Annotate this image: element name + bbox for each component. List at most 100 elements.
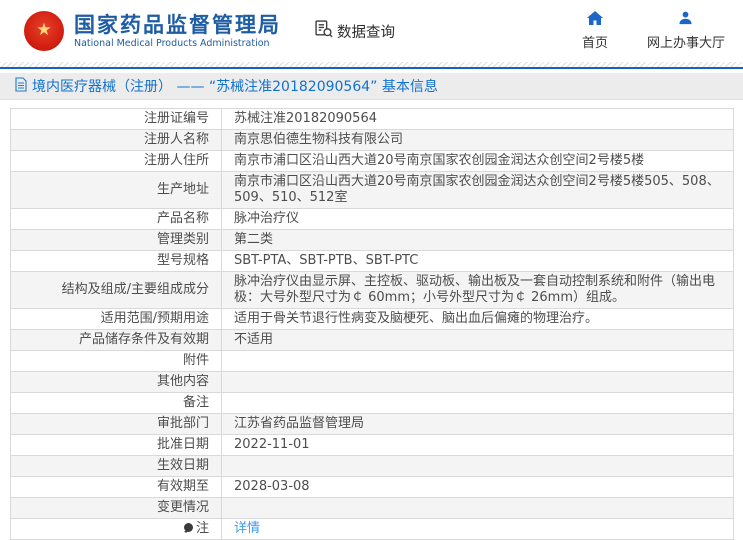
row-value: 苏械注准20182090564: [222, 109, 734, 130]
emblem-star-icon: ★: [36, 22, 51, 39]
table-row: 生产地址南京市浦口区沿山西大道20号南京国家农创园金润达众创空间2号楼5楼505…: [11, 172, 734, 209]
table-row: 审批部门江苏省药品监督管理局: [11, 414, 734, 435]
row-label: 注册证编号: [11, 109, 222, 130]
table-row: 其他内容: [11, 372, 734, 393]
table-row: 型号规格 SBT-PTA、SBT-PTB、SBT-PTC: [11, 251, 734, 272]
top-nav: 首页 网上办事大厅: [573, 11, 729, 51]
table-row: 适用范围/预期用途适用于骨关节退行性病变及脑梗死、脑出血后偏瘫的物理治疗。: [11, 309, 734, 330]
row-label-text: 注册人名称: [144, 132, 209, 147]
table-row: 注册人住所南京市浦口区沿山西大道20号南京国家农创园金润达众创空间2号楼5楼: [11, 151, 734, 172]
row-label-text: 注册人住所: [144, 153, 209, 168]
row-label: 适用范围/预期用途: [11, 309, 222, 330]
document-icon: [15, 77, 27, 96]
row-label-text: 型号规格: [157, 253, 209, 268]
row-label: 生产地址: [11, 172, 222, 209]
page-title: 境内医疗器械（注册） —— “苏械注准20182090564” 基本信息: [32, 76, 438, 96]
nav-online-hall-label: 网上办事大厅: [647, 32, 725, 51]
row-value: SBT-PTA、SBT-PTB、SBT-PTC: [222, 251, 734, 272]
row-label-text: 备注: [183, 395, 209, 410]
row-label-text: 其他内容: [157, 374, 209, 389]
row-value: 2028-03-08: [222, 477, 734, 498]
row-label-text: 注: [196, 521, 209, 536]
row-label-text: 产品名称: [157, 211, 209, 226]
table-row: 有效期至 2028-03-08: [11, 477, 734, 498]
row-label-text: 结构及组成/主要组成成分: [62, 282, 209, 297]
row-label: 结构及组成/主要组成成分: [11, 272, 222, 309]
row-value: 脉冲治疗仪: [222, 209, 734, 230]
table-row: 结构及组成/主要组成成分脉冲治疗仪由显示屏、主控板、驱动板、输出板及一套自动控制…: [11, 272, 734, 309]
row-value: 第二类: [222, 230, 734, 251]
row-value: [222, 351, 734, 372]
row-label-text: 审批部门: [157, 416, 209, 431]
table-row: 变更情况: [11, 498, 734, 519]
data-query-icon: [315, 20, 333, 42]
row-label: 附件: [11, 351, 222, 372]
row-label: 批准日期: [11, 435, 222, 456]
row-value: [222, 498, 734, 519]
row-label-text: 适用范围/预期用途: [101, 311, 209, 326]
row-value: 2022-11-01: [222, 435, 734, 456]
row-label: 有效期至: [11, 477, 222, 498]
row-value: [222, 456, 734, 477]
title-table-gap: [0, 100, 743, 108]
row-label: 管理类别: [11, 230, 222, 251]
row-label-text: 生效日期: [157, 458, 209, 473]
row-label-text: 附件: [183, 353, 209, 368]
row-value: 江苏省药品监督管理局: [222, 414, 734, 435]
table-row: 附件: [11, 351, 734, 372]
row-value: [222, 372, 734, 393]
data-query-link[interactable]: 数据查询: [315, 20, 395, 42]
nav-home[interactable]: 首页: [573, 11, 617, 51]
row-label: 注册人住所: [11, 151, 222, 172]
row-label-text: 变更情况: [157, 500, 209, 515]
national-emblem-logo: ★: [24, 11, 64, 51]
info-table: 注册证编号苏械注准20182090564注册人名称南京思伯德生物科技有限公司注册…: [10, 108, 734, 540]
row-label-text: 批准日期: [157, 437, 209, 452]
row-label: 审批部门: [11, 414, 222, 435]
row-value: [222, 393, 734, 414]
details-link[interactable]: 详情: [234, 521, 260, 536]
brand-text: 国家药品监督管理局 National Medical Products Admi…: [74, 13, 281, 49]
row-label: 产品储存条件及有效期: [11, 330, 222, 351]
home-icon: [587, 11, 603, 29]
table-row: 注 详情: [11, 519, 734, 540]
row-value: 适用于骨关节退行性病变及脑梗死、脑出血后偏瘫的物理治疗。: [222, 309, 734, 330]
table-row: 管理类别第二类: [11, 230, 734, 251]
nav-online-hall[interactable]: 网上办事大厅: [647, 11, 725, 51]
row-label: 备注: [11, 393, 222, 414]
row-value: 南京市浦口区沿山西大道20号南京国家农创园金润达众创空间2号楼5楼505、508…: [222, 172, 734, 209]
row-label: 型号规格: [11, 251, 222, 272]
row-label-text: 生产地址: [157, 182, 209, 197]
table-row: 产品储存条件及有效期不适用: [11, 330, 734, 351]
table-row: 产品名称脉冲治疗仪: [11, 209, 734, 230]
row-value: 南京市浦口区沿山西大道20号南京国家农创园金润达众创空间2号楼5楼: [222, 151, 734, 172]
row-label-text: 管理类别: [157, 232, 209, 247]
row-label-text: 注册证编号: [144, 111, 209, 126]
row-label: 产品名称: [11, 209, 222, 230]
user-icon: [678, 11, 693, 29]
site-header: ★ 国家药品监督管理局 National Medical Products Ad…: [0, 0, 743, 62]
table-row: 批准日期 2022-11-01: [11, 435, 734, 456]
table-row: 注册人名称南京思伯德生物科技有限公司: [11, 130, 734, 151]
row-label: 注册人名称: [11, 130, 222, 151]
table-row: 备注: [11, 393, 734, 414]
row-label: 生效日期: [11, 456, 222, 477]
note-icon: [184, 523, 193, 532]
row-label: 变更情况: [11, 498, 222, 519]
data-query-label: 数据查询: [337, 21, 395, 42]
row-value: 详情: [222, 519, 734, 540]
row-label-text: 产品储存条件及有效期: [79, 332, 209, 347]
page-title-bar: 境内医疗器械（注册） —— “苏械注准20182090564” 基本信息: [0, 73, 743, 100]
brand-title: 国家药品监督管理局: [74, 13, 281, 37]
info-table-body: 注册证编号苏械注准20182090564注册人名称南京思伯德生物科技有限公司注册…: [11, 109, 734, 540]
table-row: 注册证编号苏械注准20182090564: [11, 109, 734, 130]
row-value: 南京思伯德生物科技有限公司: [222, 130, 734, 151]
table-row: 生效日期: [11, 456, 734, 477]
brand-subtitle: National Medical Products Administration: [74, 38, 281, 49]
row-label: 其他内容: [11, 372, 222, 393]
row-value: 不适用: [222, 330, 734, 351]
nav-home-label: 首页: [582, 32, 608, 51]
row-value: 脉冲治疗仪由显示屏、主控板、驱动板、输出板及一套自动控制系统和附件（输出电极：大…: [222, 272, 734, 309]
row-label: 注: [11, 519, 222, 540]
row-label-text: 有效期至: [157, 479, 209, 494]
